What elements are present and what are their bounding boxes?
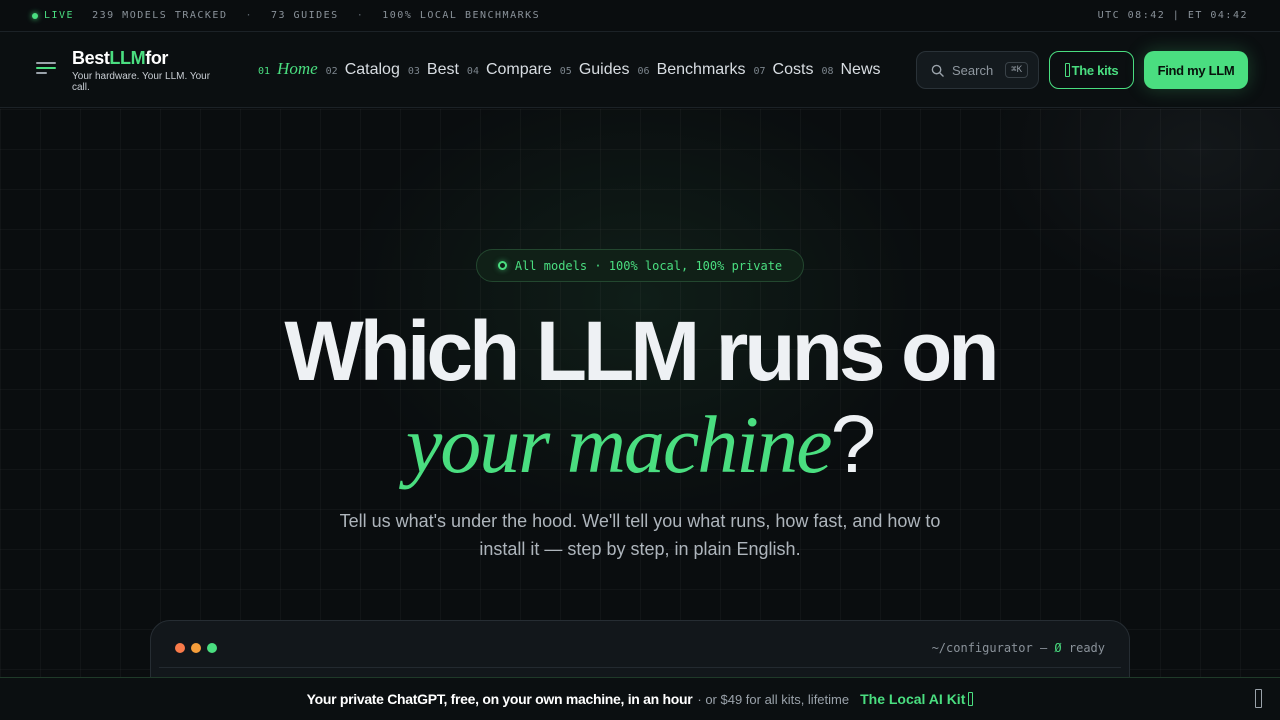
nav-item-benchmarks[interactable]: 06 Benchmarks bbox=[638, 61, 746, 79]
ticker-clock: UTC 08:42 | ET 04:42 bbox=[1097, 10, 1248, 21]
ticker-guides: 73 GUIDES bbox=[271, 10, 339, 21]
nav-number: 02 bbox=[325, 66, 338, 77]
kits-button-label: The kits bbox=[1071, 62, 1119, 78]
divider bbox=[159, 667, 1121, 668]
find-my-llm-button[interactable]: Find my LLM bbox=[1144, 51, 1248, 89]
nav-number: 04 bbox=[466, 66, 479, 77]
nav-item-news[interactable]: 08 News bbox=[821, 61, 880, 79]
hero-headline-end: ? bbox=[830, 399, 877, 490]
promo-cta-label: The Local AI Kit bbox=[860, 691, 966, 707]
hero-headline-accent: your machine bbox=[405, 399, 833, 490]
window-controls bbox=[175, 643, 217, 653]
close-icon[interactable] bbox=[1255, 689, 1262, 708]
privacy-badge-label: All models · 100% local, 100% private bbox=[514, 258, 783, 273]
promo-headline: Your private ChatGPT, free, on your own … bbox=[306, 691, 693, 707]
privacy-badge: All models · 100% local, 100% private bbox=[476, 249, 804, 282]
status-dot-icon bbox=[497, 261, 507, 270]
nav-item-compare[interactable]: 04 Compare bbox=[467, 61, 552, 79]
live-indicator: LIVE bbox=[32, 10, 74, 21]
nav-number: 06 bbox=[637, 66, 650, 77]
live-label: LIVE bbox=[44, 10, 75, 21]
brand-tagline: Your hardware. Your LLM. Your call. bbox=[72, 71, 211, 93]
nav-label: Home bbox=[277, 59, 318, 78]
search-label: Search bbox=[952, 62, 994, 78]
search-button[interactable]: Search ⌘K bbox=[916, 51, 1039, 89]
ticker-benchmarks: 100% LOCAL BENCHMARKS bbox=[382, 10, 541, 21]
nav-item-home[interactable]: 01 Home bbox=[258, 59, 318, 79]
brand-logo[interactable]: BestLLMfor Your hardware. Your LLM. Your… bbox=[72, 47, 222, 93]
kits-button[interactable]: The kits bbox=[1049, 51, 1134, 89]
brand-name: BestLLMfor bbox=[72, 48, 169, 68]
nav-number: 08 bbox=[821, 66, 834, 77]
kit-icon bbox=[968, 692, 974, 706]
hero-subtitle: Tell us what's under the hood. We'll tel… bbox=[339, 511, 941, 559]
promo-cta-link[interactable]: The Local AI Kit bbox=[860, 691, 974, 707]
ready-icon: Ø bbox=[1054, 641, 1062, 655]
configurator-window: ~/configurator — Ø ready bbox=[150, 620, 1130, 677]
search-icon bbox=[931, 64, 944, 77]
ticker-separator: · bbox=[245, 10, 253, 21]
nav-label: Guides bbox=[578, 61, 630, 78]
nav-item-best[interactable]: 03 Best bbox=[408, 61, 459, 79]
nav-number: 07 bbox=[753, 66, 766, 77]
nav-number: 03 bbox=[407, 66, 420, 77]
kit-icon bbox=[1064, 63, 1070, 77]
close-dot-icon bbox=[175, 643, 185, 653]
nav-number: 05 bbox=[559, 66, 572, 77]
menu-icon[interactable] bbox=[36, 62, 56, 76]
configurator-status: ~/configurator — Ø ready bbox=[932, 641, 1105, 655]
nav-label: Best bbox=[426, 61, 459, 78]
ticker-separator: · bbox=[356, 10, 365, 21]
promo-banner: Your private ChatGPT, free, on your own … bbox=[0, 677, 1280, 720]
nav-item-costs[interactable]: 07 Costs bbox=[754, 61, 814, 79]
minimize-dot-icon bbox=[191, 643, 201, 653]
nav-label: Catalog bbox=[344, 61, 400, 78]
search-shortcut: ⌘K bbox=[1005, 62, 1028, 78]
main-nav: 01 Home 02 Catalog 03 Best 04 Compare 05… bbox=[258, 59, 881, 79]
hero-headline: Which LLM runs on bbox=[284, 304, 999, 398]
nav-number: 01 bbox=[258, 66, 271, 77]
nav-label: Benchmarks bbox=[656, 61, 746, 78]
configurator-ready: ready bbox=[1068, 641, 1105, 655]
maximize-dot-icon bbox=[207, 643, 217, 653]
nav-label: Compare bbox=[485, 61, 552, 78]
ticker-models: 239 MODELS TRACKED bbox=[92, 10, 228, 21]
hero-section: All models · 100% local, 100% private Wh… bbox=[0, 109, 1280, 677]
hero-headline-accent-line: your machine? bbox=[0, 397, 1280, 493]
nav-item-guides[interactable]: 05 Guides bbox=[560, 61, 630, 79]
nav-item-catalog[interactable]: 02 Catalog bbox=[326, 61, 400, 79]
promo-price: · or $49 for all kits, lifetime bbox=[697, 691, 850, 707]
live-dot-icon bbox=[32, 12, 38, 19]
site-header: BestLLMfor Your hardware. Your LLM. Your… bbox=[0, 32, 1280, 108]
nav-label: Costs bbox=[772, 61, 814, 78]
nav-label: News bbox=[840, 61, 881, 78]
top-ticker: LIVE 239 MODELS TRACKED · 73 GUIDES · 10… bbox=[0, 0, 1280, 32]
configurator-path: ~/configurator — bbox=[931, 641, 1048, 655]
ticker-stats: LIVE 239 MODELS TRACKED · 73 GUIDES · 10… bbox=[32, 10, 540, 21]
